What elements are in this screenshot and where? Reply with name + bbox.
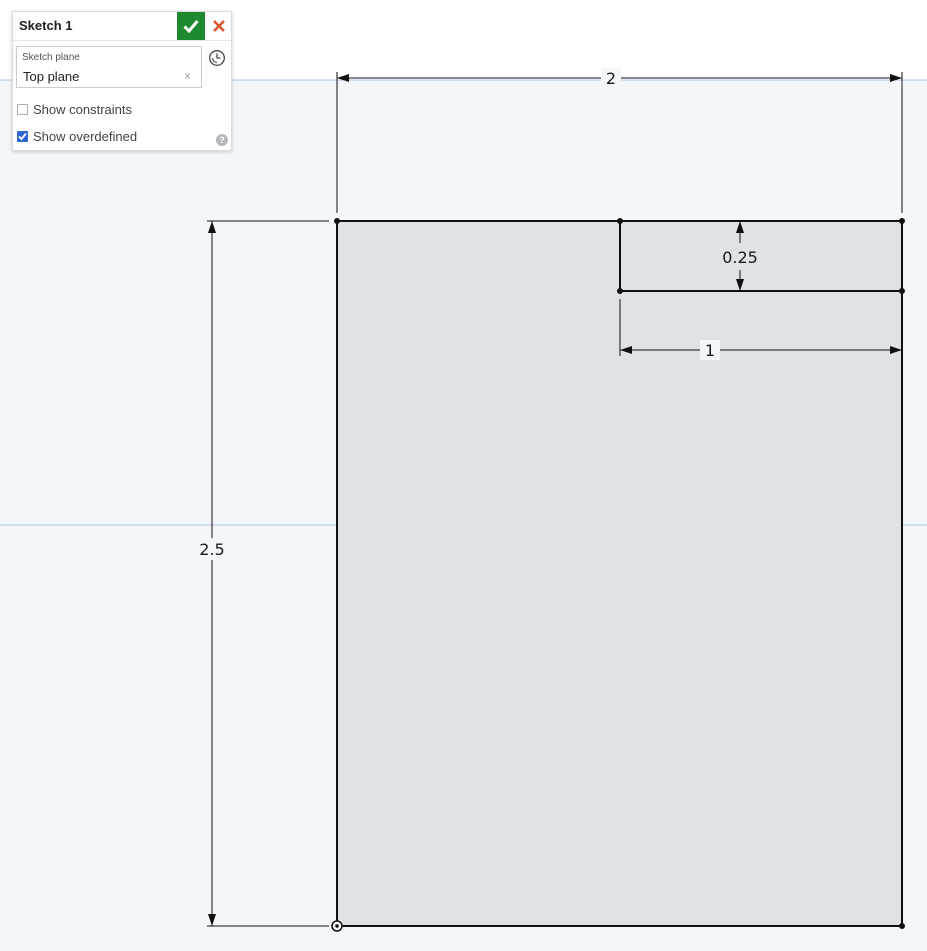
checkmark-icon (183, 20, 199, 33)
sketch-plane-field[interactable]: Sketch plane Top plane × (16, 46, 202, 88)
vertex[interactable] (617, 218, 623, 224)
sketch-plane-value: Top plane (23, 69, 80, 84)
dimension-slot-height-label[interactable]: 0.25 (722, 248, 758, 267)
origin-point[interactable] (331, 920, 343, 932)
cancel-button[interactable] (207, 12, 231, 40)
dialog-title: Sketch 1 (19, 18, 73, 33)
vertex[interactable] (899, 288, 905, 294)
show-overdefined-label: Show overdefined (33, 128, 138, 144)
show-overdefined-row[interactable]: Show overdefined (17, 128, 137, 144)
accept-button[interactable] (177, 12, 205, 40)
dimension-height-label[interactable]: 2.5 (199, 540, 224, 559)
clear-plane-icon[interactable]: × (184, 69, 191, 83)
clock-icon[interactable] (208, 49, 226, 67)
vertex[interactable] (617, 288, 623, 294)
show-constraints-label: Show constraints (33, 101, 132, 117)
vertex[interactable] (899, 218, 905, 224)
close-icon (213, 20, 225, 32)
show-overdefined-checkbox[interactable] (17, 130, 28, 142)
vertex[interactable] (899, 923, 905, 929)
dialog-header: Sketch 1 (13, 12, 231, 41)
sketch-plane-label: Sketch plane (22, 52, 80, 63)
dimension-slot-width-label[interactable]: 1 (705, 341, 715, 360)
checkmark-icon (18, 132, 27, 140)
help-icon[interactable]: ? (216, 134, 228, 146)
sketch-dialog: Sketch 1 Sketch plane Top plane × Show c… (12, 11, 232, 151)
dimension-width-label[interactable]: 2 (606, 69, 616, 88)
show-constraints-checkbox[interactable] (17, 103, 28, 115)
vertex[interactable] (334, 218, 340, 224)
show-constraints-row[interactable]: Show constraints (17, 101, 132, 117)
